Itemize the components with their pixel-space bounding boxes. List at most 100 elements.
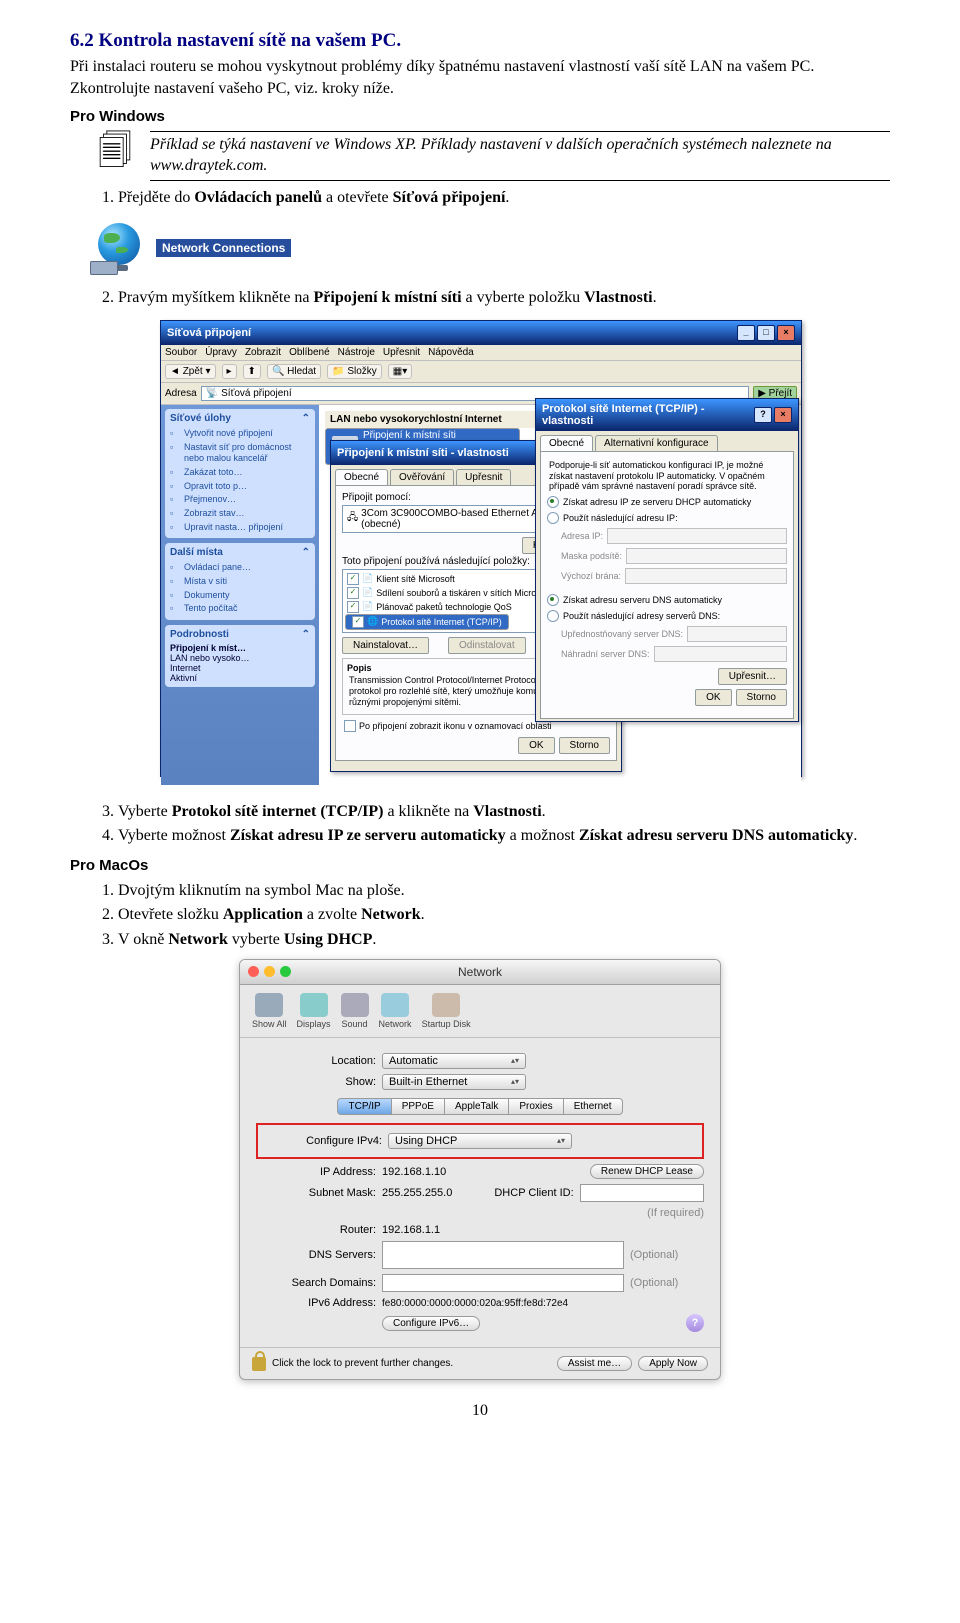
- folders-button[interactable]: 📁 Složky: [327, 364, 382, 379]
- radio-dns-static[interactable]: [547, 610, 559, 622]
- sidebar-item[interactable]: Dokumenty: [170, 589, 310, 603]
- ipv6-label: IPv6 Address:: [256, 1297, 376, 1309]
- menu-item[interactable]: Úpravy: [205, 347, 237, 358]
- tab-ethernet[interactable]: Ethernet: [564, 1098, 623, 1115]
- radio-dhcp[interactable]: [547, 496, 559, 508]
- configure-highlight-box: Configure IPv4: Using DHCP▴▾: [256, 1123, 704, 1159]
- location-select[interactable]: Automatic▴▾: [382, 1053, 526, 1069]
- mac-zoom-icon[interactable]: [280, 966, 291, 977]
- show-label: Show:: [256, 1076, 376, 1088]
- checkbox-icon[interactable]: ✓: [347, 601, 359, 613]
- back-button[interactable]: ◄ Zpět ▾: [165, 364, 216, 379]
- menu-item[interactable]: Zobrazit: [245, 347, 281, 358]
- close-icon[interactable]: ×: [774, 407, 792, 423]
- radio-dns-auto[interactable]: [547, 594, 559, 606]
- sidebar-item[interactable]: Zobrazit stav…: [170, 507, 310, 521]
- tab-general[interactable]: Obecné: [335, 469, 388, 485]
- sidebar-item[interactable]: Ovládací pane…: [170, 561, 310, 575]
- intro-paragraph: Při instalaci routeru se mohou vyskytnou…: [70, 56, 890, 99]
- displays-icon: [300, 993, 328, 1017]
- menu-item[interactable]: Nástroje: [338, 347, 375, 358]
- note-block: 🗐 Příklad se týká nastavení ve Windows X…: [98, 131, 890, 181]
- tab-alt[interactable]: Alternativní konfigurace: [595, 435, 718, 451]
- sidebar-item[interactable]: Tento počítač: [170, 602, 310, 616]
- tab-advanced[interactable]: Upřesnit: [456, 469, 511, 485]
- dhcp-client-input[interactable]: [580, 1184, 704, 1202]
- tab-general[interactable]: Obecné: [540, 435, 593, 451]
- search-domains-input[interactable]: [382, 1274, 624, 1292]
- checkbox-icon[interactable]: ✓: [347, 587, 359, 599]
- lock-icon[interactable]: [252, 1357, 266, 1371]
- views-button[interactable]: ▦▾: [388, 364, 412, 379]
- configure-select[interactable]: Using DHCP▴▾: [388, 1133, 572, 1149]
- checkbox-icon[interactable]: ✓: [352, 616, 364, 628]
- toolbar-network[interactable]: Network: [379, 993, 412, 1029]
- tab-appletalk[interactable]: AppleTalk: [445, 1098, 509, 1115]
- sidebar-item[interactable]: Místa v síti: [170, 575, 310, 589]
- sound-icon: [341, 993, 369, 1017]
- panel-tasks: Síťové úlohy⌃ Vytvořit nové připojení Na…: [165, 409, 315, 539]
- sidebar-item[interactable]: Upravit nasta… připojení: [170, 521, 310, 535]
- explorer-titlebar[interactable]: Síťová připojení _ □ ×: [161, 321, 801, 345]
- page-number: 10: [70, 1402, 890, 1420]
- dns-input[interactable]: [382, 1241, 624, 1269]
- windows-steps-list-3: Vyberte Protokol sítě internet (TCP/IP) …: [70, 801, 890, 848]
- toolbar-startup[interactable]: Startup Disk: [422, 993, 471, 1029]
- sidebar-item[interactable]: Nastavit síť pro domácnost nebo malou ka…: [170, 441, 310, 466]
- ok-button[interactable]: OK: [518, 737, 554, 754]
- ip-label: IP Address:: [256, 1166, 376, 1178]
- configure-ipv6-button[interactable]: Configure IPv6…: [382, 1316, 480, 1331]
- menu-item[interactable]: Oblíbené: [289, 347, 330, 358]
- location-label: Location:: [256, 1055, 376, 1067]
- sidebar-item[interactable]: Přejmenov…: [170, 493, 310, 507]
- advanced-button[interactable]: Upřesnit…: [718, 668, 787, 685]
- toolbar-showall[interactable]: Show All: [252, 993, 287, 1029]
- tcp-title: Protokol sítě Internet (TCP/IP) - vlastn…: [542, 403, 754, 427]
- menu-item[interactable]: Nápověda: [428, 347, 474, 358]
- tab-auth[interactable]: Ověřování: [390, 469, 454, 485]
- assist-button[interactable]: Assist me…: [557, 1356, 632, 1371]
- maximize-icon[interactable]: □: [757, 325, 775, 341]
- cancel-button[interactable]: Storno: [736, 689, 787, 706]
- menu-item[interactable]: Upřesnit: [383, 347, 420, 358]
- sidebar-item[interactable]: Vytvořit nové připojení: [170, 427, 310, 441]
- show-select[interactable]: Built-in Ethernet▴▾: [382, 1074, 526, 1090]
- help-icon[interactable]: ?: [686, 1314, 704, 1332]
- network-connections-label: Network Connections: [156, 239, 291, 257]
- mac-footer: Click the lock to prevent further change…: [240, 1347, 720, 1379]
- cancel-button[interactable]: Storno: [559, 737, 610, 754]
- tab-proxies[interactable]: Proxies: [509, 1098, 563, 1115]
- sidebar-item[interactable]: Opravit toto p…: [170, 480, 310, 494]
- tab-tcpip[interactable]: TCP/IP: [337, 1098, 391, 1115]
- chevron-up-icon[interactable]: ⌃: [302, 547, 310, 558]
- ok-button[interactable]: OK: [695, 689, 731, 706]
- tab-pppoe[interactable]: PPPoE: [392, 1098, 445, 1115]
- up-button[interactable]: ⬆: [243, 364, 261, 379]
- apply-button[interactable]: Apply Now: [638, 1356, 708, 1371]
- chevron-up-icon[interactable]: ⌃: [302, 629, 310, 640]
- mac-titlebar[interactable]: Network: [240, 960, 720, 985]
- toolbar-sound[interactable]: Sound: [341, 993, 369, 1029]
- chevron-up-icon[interactable]: ⌃: [302, 413, 310, 424]
- tcp-blurb: Podporuje-li síť automatickou konfigurac…: [547, 458, 787, 494]
- sidebar-item[interactable]: Zakázat toto…: [170, 466, 310, 480]
- help-icon[interactable]: ?: [754, 407, 772, 423]
- radio-static[interactable]: [547, 512, 559, 524]
- menu-item[interactable]: Soubor: [165, 347, 197, 358]
- folder-icon: 📡: [206, 388, 218, 399]
- checkbox-icon[interactable]: [344, 720, 356, 732]
- mac-minimize-icon[interactable]: [264, 966, 275, 977]
- minimize-icon[interactable]: _: [737, 325, 755, 341]
- dhcp-client-label: DHCP Client ID:: [494, 1187, 573, 1199]
- search-button[interactable]: 🔍 Hledat: [267, 364, 321, 379]
- toolbar-displays[interactable]: Displays: [297, 993, 331, 1029]
- cid-hint: (If required): [647, 1207, 704, 1219]
- renew-button[interactable]: Renew DHCP Lease: [590, 1164, 704, 1179]
- install-button[interactable]: Nainstalovat…: [342, 637, 429, 654]
- mac-window-title: Network: [458, 965, 502, 979]
- forward-button[interactable]: ▸: [222, 364, 237, 379]
- close-icon[interactable]: ×: [777, 325, 795, 341]
- mac-close-icon[interactable]: [248, 966, 259, 977]
- mac-step-2: Otevřete složku Application a zvolte Net…: [118, 904, 890, 926]
- checkbox-icon[interactable]: ✓: [347, 573, 359, 585]
